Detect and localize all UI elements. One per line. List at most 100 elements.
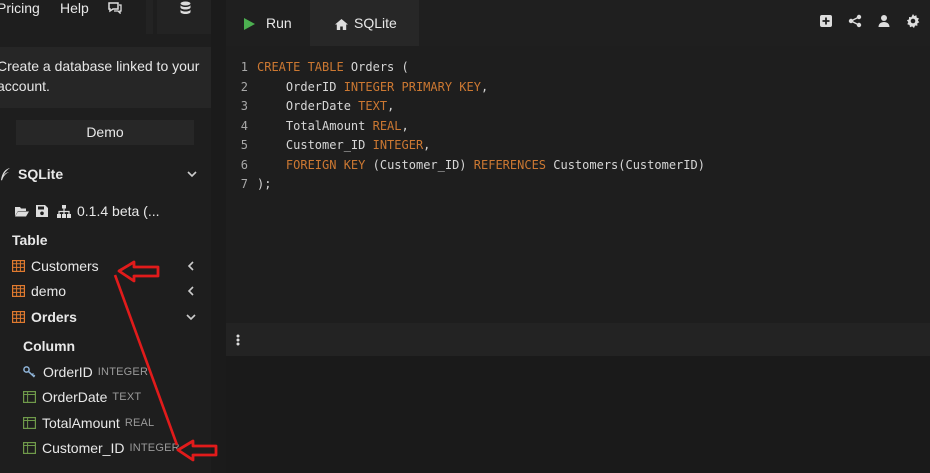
- toolbar-actions: [819, 14, 922, 30]
- table-item-customers[interactable]: Customers: [12, 255, 211, 277]
- column-type: REAL: [124, 417, 155, 429]
- sql-text: Customers(CustomerID): [546, 157, 705, 172]
- top-nav: Pricing Help: [0, 0, 211, 34]
- feather-icon: [0, 167, 13, 181]
- sql-keyword: TEXT: [358, 99, 388, 113]
- sql-keyword: FOREIGN KEY: [285, 157, 366, 172]
- share-icon[interactable]: [848, 14, 864, 30]
- sql-text: ,: [423, 138, 431, 152]
- code-line[interactable]: 2 OrderID INTEGER PRIMARY KEY,: [226, 78, 488, 98]
- column-type: INTEGER: [129, 442, 180, 454]
- sidebar: Pricing Help Create a database linked to…: [0, 0, 211, 473]
- run-button[interactable]: Run: [244, 0, 292, 46]
- db-selector[interactable]: SQLite: [0, 163, 211, 185]
- code-line[interactable]: 7);: [226, 175, 272, 195]
- folder-open-icon[interactable]: [15, 205, 29, 218]
- table-item-orders[interactable]: Orders: [12, 306, 211, 328]
- sql-text: (Customer_ID): [365, 157, 474, 172]
- column-icon: [23, 441, 36, 455]
- run-label: Run: [266, 15, 292, 31]
- sql-text: Orders (: [343, 60, 409, 74]
- column-item-orderid[interactable]: OrderID INTEGER: [23, 361, 148, 383]
- results-panel: [226, 356, 930, 473]
- description-text: Create a database linked to your account…: [0, 58, 200, 94]
- table-icon: [12, 259, 25, 273]
- sql-text: ,: [401, 118, 409, 133]
- panel-splitter[interactable]: [226, 323, 930, 356]
- play-icon: [244, 17, 256, 30]
- column-item-totalamount[interactable]: TotalAmount REAL: [23, 412, 154, 434]
- table-item-demo[interactable]: demo: [12, 280, 211, 302]
- table-name: Orders: [31, 309, 77, 325]
- chevron-down-icon[interactable]: [186, 167, 200, 181]
- sql-keyword: CREATE TABLE: [257, 60, 344, 74]
- column-header: Column: [23, 338, 76, 354]
- user-icon[interactable]: [877, 14, 893, 30]
- line-number: 1: [240, 60, 248, 74]
- tab-label: SQLite: [354, 15, 397, 31]
- nav-divider: [146, 0, 153, 34]
- sql-text: OrderID: [257, 79, 344, 94]
- chat-icon[interactable]: [108, 1, 122, 17]
- sql-keyword: REFERENCES: [473, 157, 547, 172]
- column-type: INTEGER: [97, 366, 149, 378]
- sql-text: Customer_ID: [257, 138, 373, 152]
- sql-text: OrderDate: [257, 99, 359, 113]
- column-name: OrderID: [43, 364, 93, 380]
- chevron-down-icon[interactable]: [185, 310, 199, 324]
- column-item-customer-id[interactable]: Customer_ID INTEGER: [23, 437, 180, 459]
- column-name: TotalAmount: [42, 415, 120, 431]
- save-icon[interactable]: [36, 204, 48, 218]
- database-button[interactable]: [157, 0, 211, 34]
- editor-toolbar: Run SQLite: [226, 0, 930, 46]
- account-description: Create a database linked to your account…: [0, 47, 211, 108]
- sql-text: TotalAmount: [257, 118, 373, 133]
- column-name: OrderDate: [42, 389, 108, 405]
- main-panel: Run SQLite 1CREATE TABLE Orders (2 Orde: [226, 0, 930, 473]
- column-icon: [23, 416, 36, 430]
- sql-editor[interactable]: 1 CREATE TABLE Orders ( 2 OrderID INTEGER …: [226, 58, 930, 318]
- line-number: 2: [240, 79, 248, 94]
- column-icon: [23, 390, 36, 404]
- sql-text: );: [257, 177, 272, 191]
- line-number: 7: [240, 177, 248, 191]
- sitemap-icon[interactable]: [57, 204, 71, 218]
- sql-keyword: INTEGER: [372, 138, 424, 152]
- line-number: 3: [240, 99, 248, 113]
- code-line[interactable]: 3 OrderDate TEXT,: [226, 97, 395, 117]
- pricing-link[interactable]: Pricing: [0, 0, 40, 16]
- sql-keyword: REAL: [372, 118, 402, 133]
- column-item-orderdate[interactable]: OrderDate TEXT: [23, 386, 141, 408]
- add-icon[interactable]: [819, 14, 835, 30]
- tab-sqlite[interactable]: SQLite: [310, 0, 419, 46]
- code-line[interactable]: 6 FOREIGN KEY (Customer_ID) REFERENCES C…: [226, 156, 705, 176]
- home-icon: [335, 17, 348, 30]
- sql-keyword: INTEGER PRIMARY KEY: [343, 79, 481, 94]
- table-name: demo: [31, 283, 67, 299]
- line-number: 5: [240, 138, 248, 152]
- gear-icon[interactable]: [906, 14, 922, 30]
- column-type: TEXT: [112, 391, 142, 403]
- db-tools: 0.1.4 beta (...: [15, 200, 160, 222]
- line-number: 6: [240, 157, 248, 172]
- help-link[interactable]: Help: [60, 0, 89, 16]
- sql-text: ,: [480, 79, 489, 94]
- code-line[interactable]: 4 TotalAmount REAL,: [226, 117, 409, 137]
- demo-button[interactable]: Demo: [16, 120, 194, 145]
- db-name: SQLite: [18, 166, 64, 182]
- table-name: Customers: [31, 258, 99, 274]
- code-line[interactable]: 1 CREATE TABLE Orders (: [226, 58, 409, 78]
- vertical-ellipsis-icon[interactable]: [236, 333, 240, 349]
- code-line[interactable]: 5 Customer_ID INTEGER,: [226, 136, 431, 156]
- line-number: 4: [240, 118, 248, 133]
- table-icon: [12, 284, 25, 298]
- key-icon: [23, 365, 36, 379]
- chevron-left-icon[interactable]: [185, 284, 199, 298]
- table-header: Table: [12, 232, 48, 248]
- sql-text: ,: [387, 99, 395, 113]
- table-icon: [12, 310, 25, 324]
- column-name: Customer_ID: [42, 440, 125, 456]
- db-version: 0.1.4 beta (...: [77, 203, 160, 219]
- chevron-left-icon[interactable]: [185, 259, 199, 273]
